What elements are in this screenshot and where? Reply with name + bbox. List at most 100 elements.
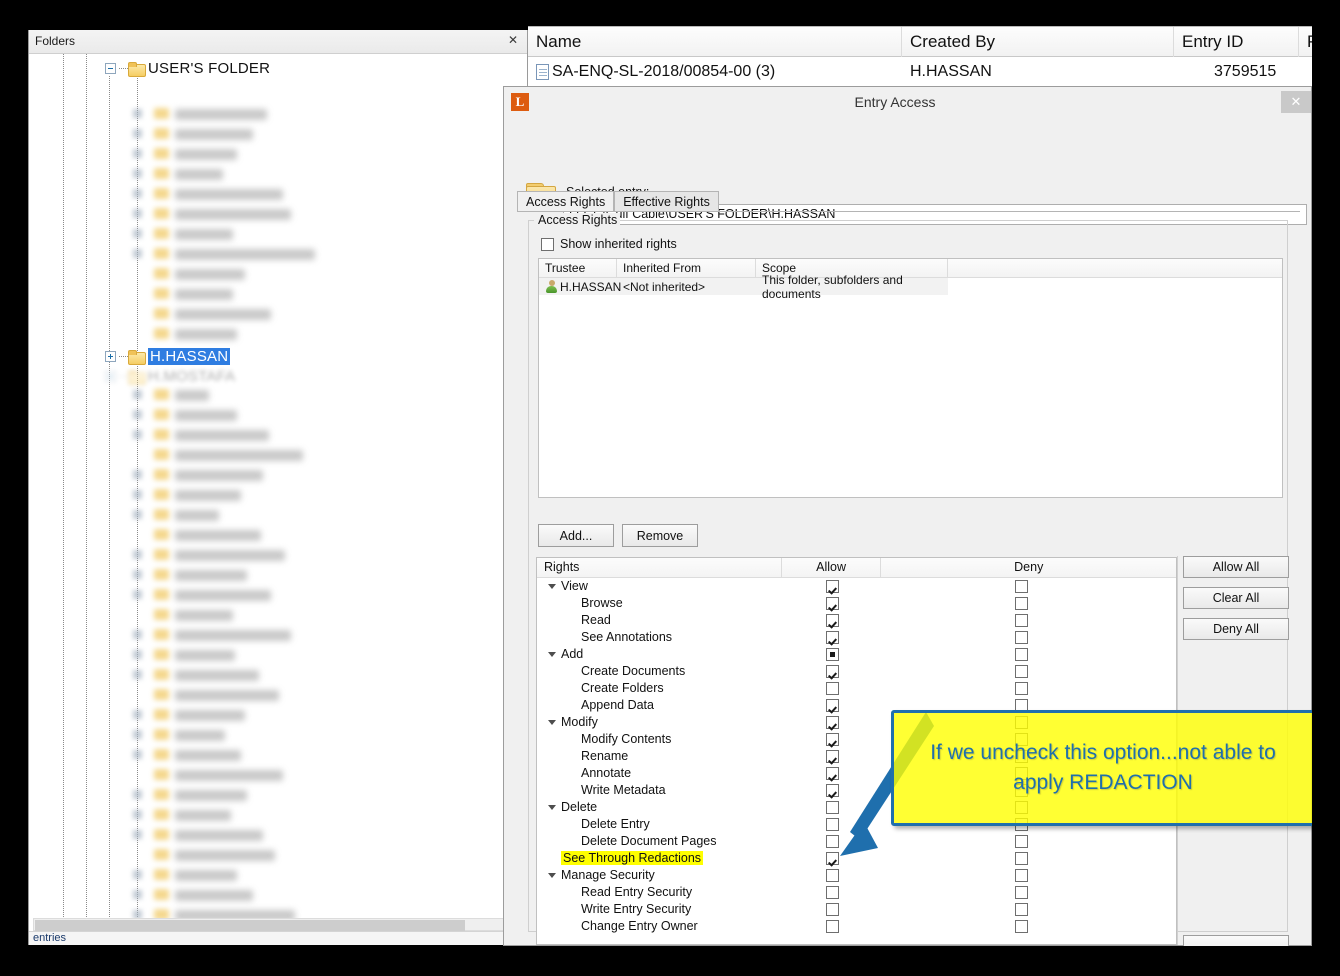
allow-checkbox[interactable] bbox=[826, 614, 839, 627]
close-icon[interactable]: ✕ bbox=[506, 34, 520, 48]
allow-checkbox[interactable] bbox=[826, 835, 839, 848]
column-header-inherited-from[interactable]: Inherited From bbox=[617, 259, 756, 278]
expand-icon[interactable] bbox=[105, 351, 116, 362]
rights-row[interactable]: Read bbox=[537, 612, 1176, 629]
allow-checkbox[interactable] bbox=[826, 699, 839, 712]
folder-icon bbox=[154, 589, 169, 600]
deny-checkbox[interactable] bbox=[1015, 597, 1028, 610]
chevron-down-icon[interactable] bbox=[548, 720, 556, 725]
folder-tree[interactable]: USER'S FOLDER bbox=[29, 54, 527, 945]
deny-checkbox[interactable] bbox=[1015, 665, 1028, 678]
rights-row[interactable]: Create Folders bbox=[537, 680, 1176, 697]
allow-checkbox[interactable] bbox=[826, 886, 839, 899]
allow-checkbox[interactable] bbox=[826, 784, 839, 797]
collapse-icon[interactable] bbox=[105, 63, 116, 74]
allow-checkbox[interactable] bbox=[826, 852, 839, 865]
user-icon bbox=[545, 280, 558, 293]
deny-all-button[interactable]: Deny All bbox=[1183, 618, 1289, 640]
allow-checkbox[interactable] bbox=[826, 903, 839, 916]
close-icon[interactable]: ✕ bbox=[1281, 91, 1311, 113]
tree-node-blurred bbox=[175, 870, 237, 881]
allow-checkbox[interactable] bbox=[826, 750, 839, 763]
folder-icon bbox=[154, 709, 169, 720]
tree-item-next[interactable]: H.MOSTAFA bbox=[105, 366, 235, 386]
deny-checkbox[interactable] bbox=[1015, 631, 1028, 644]
folder-icon bbox=[154, 288, 169, 299]
allow-all-button[interactable]: Allow All bbox=[1183, 556, 1289, 578]
file-list-row[interactable]: SA-ENQ-SL-2018/00854-00 (3) H.HASSAN 375… bbox=[528, 58, 1340, 85]
column-header-trustee[interactable]: Trustee bbox=[539, 259, 617, 278]
show-inherited-rights-row[interactable]: Show inherited rights bbox=[541, 237, 677, 251]
allow-checkbox[interactable] bbox=[826, 580, 839, 593]
expand-icon bbox=[133, 510, 142, 519]
deny-checkbox[interactable] bbox=[1015, 682, 1028, 695]
tree-node-blurred bbox=[133, 249, 142, 258]
tab-access-rights[interactable]: Access Rights bbox=[517, 191, 614, 212]
expand-icon[interactable] bbox=[105, 371, 116, 382]
column-header-rights[interactable]: Rights bbox=[537, 558, 782, 578]
allow-checkbox[interactable] bbox=[826, 767, 839, 780]
deny-checkbox[interactable] bbox=[1015, 835, 1028, 848]
deny-checkbox[interactable] bbox=[1015, 903, 1028, 916]
add-button[interactable]: Add... bbox=[538, 524, 614, 547]
clear-all-button[interactable]: Clear All bbox=[1183, 587, 1289, 609]
expand-icon bbox=[133, 830, 142, 839]
rights-row[interactable]: Change Entry Owner bbox=[537, 918, 1176, 935]
allow-checkbox[interactable] bbox=[826, 597, 839, 610]
tree-node-blurred bbox=[175, 169, 223, 180]
allow-checkbox[interactable] bbox=[826, 818, 839, 831]
screen-border-left bbox=[0, 0, 28, 976]
tree-horizontal-scrollbar[interactable] bbox=[33, 918, 519, 931]
rights-row[interactable]: Create Documents bbox=[537, 663, 1176, 680]
allow-checkbox[interactable] bbox=[826, 631, 839, 644]
rights-row[interactable]: See Annotations bbox=[537, 629, 1176, 646]
deny-checkbox[interactable] bbox=[1015, 580, 1028, 593]
chevron-down-icon[interactable] bbox=[548, 652, 556, 657]
allow-checkbox[interactable] bbox=[826, 716, 839, 729]
scrollbar-thumb[interactable] bbox=[35, 920, 465, 931]
chevron-down-icon[interactable] bbox=[548, 584, 556, 589]
column-header-created-by[interactable]: Created By bbox=[902, 27, 1174, 57]
tree-node-blurred bbox=[175, 710, 245, 721]
remove-button[interactable]: Remove bbox=[622, 524, 698, 547]
chevron-down-icon[interactable] bbox=[548, 805, 556, 810]
chevron-down-icon[interactable] bbox=[548, 873, 556, 878]
column-header-entry-id[interactable]: Entry ID bbox=[1174, 27, 1299, 57]
deny-checkbox[interactable] bbox=[1015, 920, 1028, 933]
folder-icon bbox=[154, 208, 169, 219]
show-inherited-rights-checkbox[interactable] bbox=[541, 238, 554, 251]
tree-node-blurred bbox=[175, 530, 261, 541]
expand-icon bbox=[133, 590, 142, 599]
dialog-titlebar[interactable]: L Entry Access ✕ bbox=[504, 87, 1311, 117]
rights-row[interactable]: Manage Security bbox=[537, 867, 1176, 884]
allow-checkbox[interactable] bbox=[826, 682, 839, 695]
trustee-table-row[interactable]: H.HASSAN <Not inherited> This folder, su… bbox=[539, 278, 948, 295]
column-header-deny[interactable]: Deny bbox=[881, 558, 1176, 578]
rights-row[interactable]: Read Entry Security bbox=[537, 884, 1176, 901]
allow-checkbox[interactable] bbox=[826, 801, 839, 814]
rights-row[interactable]: Browse bbox=[537, 595, 1176, 612]
allow-checkbox[interactable] bbox=[826, 733, 839, 746]
rights-row[interactable]: Add bbox=[537, 646, 1176, 663]
allow-checkbox[interactable] bbox=[826, 648, 839, 661]
allow-checkbox[interactable] bbox=[826, 920, 839, 933]
allow-checkbox[interactable] bbox=[826, 665, 839, 678]
bulk-action-buttons: Allow All Clear All Deny All bbox=[1183, 556, 1289, 649]
allow-checkbox[interactable] bbox=[826, 869, 839, 882]
rights-row[interactable]: Delete Document Pages bbox=[537, 833, 1176, 850]
tree-item-root[interactable]: USER'S FOLDER bbox=[105, 58, 270, 78]
column-header-name[interactable]: Name bbox=[528, 27, 902, 57]
deny-checkbox[interactable] bbox=[1015, 886, 1028, 899]
rights-row[interactable]: See Through Redactions bbox=[537, 850, 1176, 867]
rights-row[interactable]: View bbox=[537, 578, 1176, 595]
rights-row[interactable]: Write Entry Security bbox=[537, 901, 1176, 918]
trustee-table[interactable]: Trustee Inherited From Scope H.HASSAN <N… bbox=[538, 258, 1283, 498]
deny-checkbox[interactable] bbox=[1015, 648, 1028, 661]
tab-effective-rights[interactable]: Effective Rights bbox=[614, 191, 719, 212]
folder-icon bbox=[154, 328, 169, 339]
deny-checkbox[interactable] bbox=[1015, 614, 1028, 627]
tree-item-selected[interactable]: H.HASSAN bbox=[105, 346, 230, 366]
deny-checkbox[interactable] bbox=[1015, 852, 1028, 865]
deny-checkbox[interactable] bbox=[1015, 869, 1028, 882]
column-header-allow[interactable]: Allow bbox=[782, 558, 882, 578]
